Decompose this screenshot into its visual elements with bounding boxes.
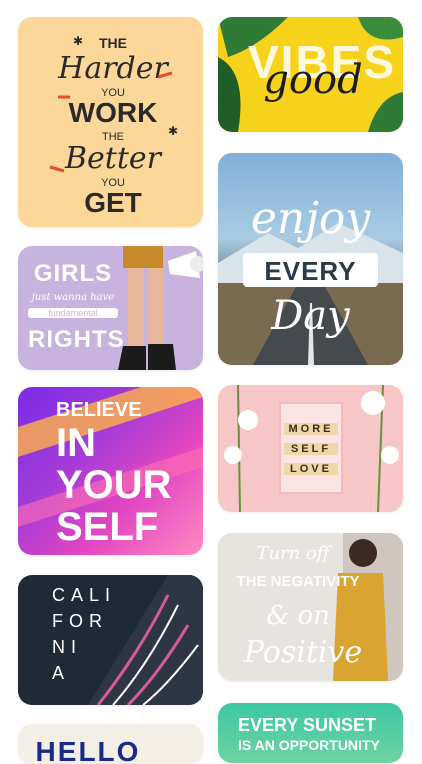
card-text-for: FOR xyxy=(52,611,108,631)
card-text-more: MORE xyxy=(284,423,338,435)
sticker-card-california[interactable]: CALI FOR NI A xyxy=(18,575,203,705)
card-text-the-negativity: THE NEGATIVITY xyxy=(236,573,360,590)
decor-stars-icon: ✱ ✱ xyxy=(49,34,178,173)
sticker-card-more-self-love[interactable]: MORE SELF LOVE xyxy=(218,385,403,512)
sticker-card-turn-off-negativity[interactable]: Turn off THE NEGATIVITY & on Positive xyxy=(218,533,403,681)
card-text-enjoy: enjoy xyxy=(250,193,371,244)
card-text-ni: NI xyxy=(52,637,82,657)
card-text-partial: HELLO xyxy=(35,736,141,764)
card-text-rights: RIGHTS xyxy=(28,326,125,353)
card-text-every-sunset: EVERY SUNSET xyxy=(238,715,377,735)
card-text-self: SELF xyxy=(56,505,159,549)
sticker-card-every-sunset[interactable]: EVERY SUNSET IS AN OPPORTUNITY xyxy=(218,703,403,763)
card-text-turn-off: Turn off xyxy=(256,543,330,564)
svg-text:✱: ✱ xyxy=(73,34,83,48)
svg-text:✱: ✱ xyxy=(168,124,178,138)
sticker-card-good-vibes[interactable]: VIBES good xyxy=(218,17,403,132)
card-text-and-on: & on xyxy=(266,601,330,631)
sticker-card-enjoy-every-day[interactable]: enjoy EVERY Day xyxy=(218,153,403,365)
card-text-self-love-self: SELF xyxy=(284,443,338,455)
card-text-is-an-opportunity: IS AN OPPORTUNITY xyxy=(238,737,380,753)
sticker-card-harder-you-work[interactable]: THE Harder YOU WORK THE Better YOU GET ✱… xyxy=(18,17,203,227)
sticker-card-girls-rights[interactable]: GIRLS just wanna have fundamental RIGHTS xyxy=(18,246,203,370)
card-text-positive: Positive xyxy=(243,635,363,670)
card-text-cali: CALI xyxy=(52,585,117,605)
card-text-a: A xyxy=(52,663,71,683)
card-text-just-wanna-have: just wanna have xyxy=(31,292,115,303)
card-text-girls: GIRLS xyxy=(33,260,113,287)
card-text-believe: BELIEVE xyxy=(56,399,142,421)
sticker-card-believe-in-yourself[interactable]: BELIEVE IN YOUR SELF xyxy=(18,387,203,555)
card-text-fundamental: fundamental xyxy=(28,308,118,318)
card-text-love: LOVE xyxy=(284,463,338,475)
sticker-card-partial-bottom[interactable]: HELLO xyxy=(18,724,203,764)
card-text-every: EVERY xyxy=(264,256,357,286)
card-text-in: IN xyxy=(56,421,96,465)
card-text-good: good xyxy=(263,57,363,103)
card-text-your: YOUR xyxy=(56,463,172,507)
card-text-day: Day xyxy=(271,293,350,339)
